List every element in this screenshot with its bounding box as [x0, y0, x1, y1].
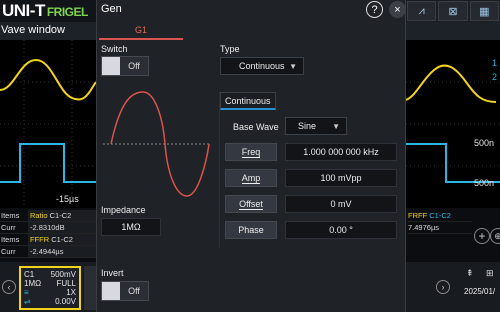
switch-knob	[102, 57, 120, 75]
measure-row: Curr -2.4944µs	[0, 246, 96, 258]
base-wave-label: Base Wave	[233, 122, 279, 132]
measurement-right: FRFF C1-C2 7.4976µs	[408, 210, 472, 234]
grid-icon[interactable]: ⊠	[438, 1, 468, 21]
ch1-info-panel[interactable]: C1 500mV 1MΩ FULL ≡ 1X ⇌ 0.00V	[19, 266, 81, 310]
measure-key: Items	[1, 235, 20, 244]
offset-field[interactable]: 0 mV	[285, 195, 397, 213]
chart-icon[interactable]: ⩘	[407, 1, 437, 21]
measure-value: -2.4944µs	[28, 246, 96, 257]
toolbar-right: ⩘ ⊠ ▦	[406, 0, 500, 22]
ch1-offset-icon: ⇌	[24, 297, 31, 306]
chevron-down-icon: ▼	[289, 61, 297, 71]
freq-button[interactable]: Freq	[225, 143, 277, 161]
ch2-trace-right	[406, 143, 500, 183]
tab-g1[interactable]: G1	[99, 22, 183, 40]
freq-field[interactable]: 1.000 000 000 kHz	[285, 143, 397, 161]
base-wave-select[interactable]: Sine ▼	[285, 117, 347, 135]
ch1-offset: 0.00V	[55, 297, 76, 306]
zoom-icon[interactable]: ⊕	[490, 228, 500, 244]
help-icon[interactable]: ?	[366, 1, 383, 18]
brand-logo: UNI-T FRIGEL	[2, 1, 88, 21]
impedance-select[interactable]: 1MΩ	[101, 218, 161, 236]
gen-dialog: Gen ? × G1 Switch Off Type Continuous ▼ …	[96, 0, 406, 312]
amp-field[interactable]: 100 mVpp	[285, 169, 397, 187]
impedance-label: Impedance	[101, 205, 146, 215]
phase-button[interactable]: Phase	[225, 221, 277, 239]
measurements-left: Items Ratio C1-C2 Curr -2.8310dB Items F…	[0, 210, 96, 258]
wave-window-header-right	[406, 22, 500, 40]
invert-knob	[102, 282, 120, 300]
waveform-plot-left[interactable]: -15µs	[0, 40, 96, 208]
ch2-info-panel[interactable]	[84, 266, 96, 310]
invert-label: Invert	[101, 268, 124, 278]
tab-continuous[interactable]: Continuous	[220, 92, 276, 110]
scroll-left-icon[interactable]: ‹	[2, 280, 16, 294]
waveform-left-svg	[0, 40, 96, 208]
right-scale-top: 500n	[474, 138, 495, 148]
measure-row: 7.4976µs	[408, 222, 472, 234]
type-value: Continuous	[239, 61, 285, 71]
brand-name: UNI-T	[2, 1, 45, 20]
chevron-down-icon: ▼	[332, 121, 340, 131]
base-wave-value: Sine	[298, 121, 317, 131]
ch1-impedance: 1MΩ	[24, 279, 42, 288]
ch2-marker: 2	[492, 72, 498, 82]
type-label: Type	[220, 44, 240, 54]
brand-sub: FRIGEL	[46, 5, 89, 19]
invert-toggle[interactable]: Off	[101, 281, 149, 301]
phase-field[interactable]: 0.00 °	[285, 221, 397, 239]
right-scale-bottom: 500n	[474, 178, 495, 188]
ch2-trace	[0, 143, 96, 183]
invert-value: Off	[128, 286, 140, 296]
close-icon[interactable]: ×	[389, 1, 406, 18]
measure-key: Curr	[1, 223, 16, 232]
measure-value: -2.8310dB	[28, 222, 96, 233]
ch1-trace-right	[406, 64, 497, 103]
switch-label: Switch	[101, 44, 128, 54]
ch1-label: C1	[24, 270, 35, 279]
sine-preview	[103, 91, 211, 197]
offset-button[interactable]: Offset	[225, 195, 277, 213]
measure-key: Curr	[1, 247, 16, 256]
measure-name[interactable]: Ratio C1-C2	[28, 210, 96, 221]
waveform-plot-right[interactable]: 500n 500n 1 2	[406, 40, 500, 208]
status-date: 2025/01/	[464, 287, 496, 296]
layout-icon[interactable]: ▦	[469, 1, 499, 21]
measure-row: Curr -2.8310dB	[0, 222, 96, 234]
add-measure-icon[interactable]: +	[474, 228, 490, 244]
scroll-right-icon[interactable]: ›	[436, 280, 450, 294]
measure-name[interactable]: FFFR C1-C2	[28, 234, 96, 245]
measure-row[interactable]: FRFF C1-C2	[408, 210, 472, 222]
measure-key: Items	[1, 211, 20, 220]
switch-value: Off	[128, 61, 140, 71]
dialog-title: Gen	[101, 3, 122, 15]
measure-row: Items Ratio C1-C2	[0, 210, 96, 222]
time-axis-label: -15µs	[56, 194, 79, 204]
type-select[interactable]: Continuous ▼	[220, 57, 304, 75]
ch1-trace	[0, 58, 96, 101]
switch-toggle[interactable]: Off	[101, 56, 149, 76]
measure-row: Items FFFR C1-C2	[0, 234, 96, 246]
ch1-marker: 1	[492, 58, 498, 68]
ch1-bandwidth: FULL	[56, 279, 76, 288]
ch1-probe: 1X	[66, 288, 76, 297]
ch1-scale: 500mV	[50, 270, 76, 279]
wave-window-title: Vave window	[0, 22, 96, 40]
ch1-coupling-icon: ≡	[24, 288, 29, 297]
amp-button[interactable]: Amp	[225, 169, 277, 187]
usb-icon: ⇞	[466, 268, 474, 278]
network-icon: ⊞	[486, 268, 494, 278]
